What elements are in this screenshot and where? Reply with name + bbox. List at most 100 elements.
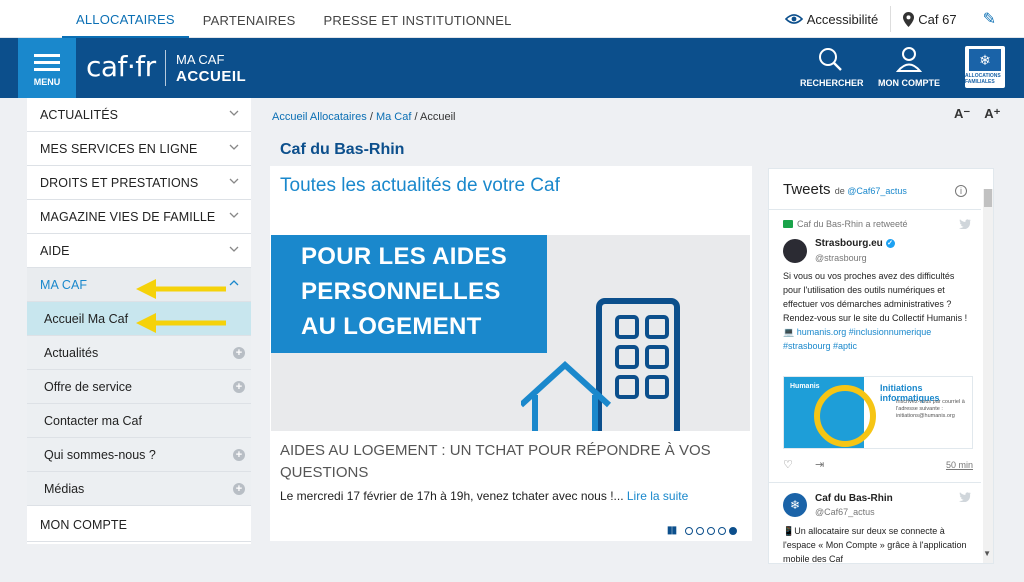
- account-button[interactable]: MON COMPTE: [876, 46, 942, 88]
- tweet-text: 📱Un allocataire sur deux se connecte à l…: [783, 526, 967, 564]
- sidebar-item-droits[interactable]: DROITS ET PRESTATIONS: [27, 166, 251, 200]
- main-header: MENU caf·fr MA CAF ACCUEIL RECHERCHER MO…: [0, 38, 1024, 98]
- logo-caption: ALLOCATIONS FAMILIALES: [965, 73, 1001, 85]
- carousel-dot-active[interactable]: [729, 526, 738, 535]
- retweet-indicator: Caf du Bas-Rhin a retweeté: [783, 219, 908, 229]
- accessibility-label: Accessibilité: [806, 11, 879, 27]
- news-heading: Toutes les actualités de votre Caf: [280, 175, 560, 196]
- chevron-down-icon: [229, 246, 239, 252]
- twitter-bird-icon[interactable]: [959, 219, 971, 229]
- nav-allocataires[interactable]: ALLOCATAIRES: [62, 0, 189, 38]
- allocations-familiales-logo: ❄ ALLOCATIONS FAMILIALES: [965, 46, 1005, 88]
- divider: [769, 482, 981, 483]
- sidebar-sub-medias[interactable]: Médias +: [27, 472, 251, 506]
- sidebar-sub-actualites[interactable]: Actualités +: [27, 336, 251, 370]
- housing-illustration-icon: [521, 298, 680, 431]
- sidebar-sub-contacter[interactable]: Contacter ma Caf: [27, 404, 251, 438]
- edit-pencil-icon[interactable]: ✎: [983, 9, 996, 29]
- avatar[interactable]: ❄: [783, 493, 807, 517]
- breadcrumb-link[interactable]: Accueil Allocataires: [272, 111, 367, 123]
- share-icon[interactable]: ⇥: [815, 458, 824, 471]
- carousel-dot[interactable]: [685, 526, 694, 535]
- sidebar-sub-label: Offre de service: [44, 379, 133, 394]
- tweet-links[interactable]: 💻 humanis.org #inclusionnumerique #stras…: [783, 327, 931, 351]
- avatar[interactable]: [783, 239, 807, 263]
- heart-icon[interactable]: ♡: [783, 458, 793, 471]
- nav-partenaires[interactable]: PARTENAIRES: [189, 0, 310, 38]
- humanis-logo: Humanis: [790, 383, 820, 390]
- carousel-dot[interactable]: [718, 526, 727, 535]
- tweet-author-name: Strasbourg.eu: [815, 238, 883, 249]
- divider: [769, 209, 981, 210]
- page-title: Caf du Bas-Rhin: [280, 141, 405, 158]
- carousel-controls: ▮▮: [667, 525, 738, 536]
- retweet-label: Caf du Bas-Rhin a retweeté: [797, 219, 908, 229]
- carousel-dot[interactable]: [707, 526, 716, 535]
- font-increase-button[interactable]: A⁺: [984, 106, 1000, 122]
- chevron-down-icon: [229, 178, 239, 184]
- sidebar-item-label: AIDE: [40, 243, 70, 258]
- sidebar-sub-offre[interactable]: Offre de service +: [27, 370, 251, 404]
- tweet-handle[interactable]: @Caf67_actus: [815, 507, 875, 517]
- account-label: MON COMPTE: [878, 78, 940, 88]
- hero-line: POUR LES AIDES: [301, 243, 508, 270]
- breadcrumb-sep: /: [369, 111, 373, 123]
- twitter-bird-icon[interactable]: [959, 492, 971, 502]
- tweet-author[interactable]: Strasbourg.eu ✓: [815, 238, 895, 249]
- search-button[interactable]: RECHERCHER: [800, 46, 864, 88]
- read-more-link[interactable]: Lire la suite: [627, 489, 688, 503]
- sidebar-sub-label: Accueil Ma Caf: [44, 311, 129, 326]
- tweet-time[interactable]: 50 min: [946, 460, 973, 470]
- sidebar-item-label: MES SERVICES EN LIGNE: [40, 141, 198, 156]
- breadcrumb: Accueil Allocataires / Ma Caf / Accueil: [272, 111, 455, 123]
- plus-icon[interactable]: +: [233, 347, 245, 359]
- scrollbar-thumb[interactable]: [984, 189, 992, 207]
- sidebar-sub-label: Qui sommes-nous ?: [44, 447, 156, 462]
- menu-button[interactable]: MENU: [18, 38, 76, 98]
- news-text: Le mercredi 17 février de 17h à 19h, ven…: [280, 489, 624, 503]
- breadcrumb-sep: /: [414, 111, 418, 123]
- twitter-account-link[interactable]: @Caf67_actus: [847, 186, 907, 196]
- tweet-author-name[interactable]: Caf du Bas-Rhin: [815, 493, 893, 504]
- annotation-arrow-icon: [136, 279, 226, 299]
- accessibility-icon: [784, 14, 803, 24]
- sidebar-item-label: MA CAF: [40, 277, 88, 292]
- tweet-image[interactable]: Humanis Initiations informatiques Inscri…: [783, 376, 973, 449]
- sidebar-sub-qui[interactable]: Qui sommes-nous ? +: [27, 438, 251, 472]
- caf-logo[interactable]: caf·fr: [86, 50, 156, 83]
- search-label: RECHERCHER: [800, 78, 864, 88]
- news-title[interactable]: AIDES AU LOGEMENT : UN TCHAT POUR RÉPOND…: [280, 440, 730, 484]
- scroll-down-icon[interactable]: ▼: [983, 549, 991, 558]
- font-size-controls: A⁻ A⁺: [954, 106, 1001, 122]
- chevron-down-icon: [229, 212, 239, 218]
- sidebar-item-aide[interactable]: AIDE: [27, 234, 251, 268]
- audience-nav: ALLOCATAIRES PARTENAIRES PRESSE ET INSTI…: [62, 0, 526, 38]
- sidebar-item-actualites[interactable]: ACTUALITÉS: [27, 98, 251, 132]
- caf-location-link[interactable]: Caf 67: [890, 6, 968, 32]
- nav-presse[interactable]: PRESSE ET INSTITUTIONNEL: [309, 0, 525, 38]
- tweet-handle[interactable]: @strasbourg: [815, 253, 867, 263]
- sidebar-sub-label: Actualités: [44, 345, 99, 360]
- carousel-dot[interactable]: [696, 526, 705, 535]
- breadcrumb-link[interactable]: Ma Caf: [376, 111, 411, 123]
- top-bar: ALLOCATAIRES PARTENAIRES PRESSE ET INSTI…: [0, 0, 1024, 38]
- sidebar-item-label: MAGAZINE VIES DE FAMILLE: [40, 209, 216, 224]
- sidebar-item-label: ACTUALITÉS: [40, 107, 119, 122]
- caf-location-label: Caf 67: [918, 11, 957, 27]
- annotation-arrow-icon: [136, 313, 226, 333]
- font-decrease-button[interactable]: A⁻: [954, 106, 970, 122]
- news-card: Toutes les actualités de votre Caf POUR …: [270, 166, 752, 541]
- plus-icon[interactable]: +: [233, 483, 245, 495]
- plus-icon[interactable]: +: [233, 381, 245, 393]
- sidebar-item-mon-compte[interactable]: MON COMPTE: [27, 508, 251, 542]
- info-icon[interactable]: i: [955, 185, 967, 197]
- pause-icon[interactable]: ▮▮: [667, 525, 677, 536]
- news-hero-image[interactable]: POUR LES AIDES PERSONNELLES AU LOGEMENT: [271, 235, 750, 431]
- twitter-title: Tweets: [783, 181, 831, 198]
- plus-icon[interactable]: +: [233, 449, 245, 461]
- sidebar-item-services[interactable]: MES SERVICES EN LIGNE: [27, 132, 251, 166]
- sidebar-item-magazine[interactable]: MAGAZINE VIES DE FAMILLE: [27, 200, 251, 234]
- twitter-scrollbar[interactable]: [983, 189, 993, 563]
- chevron-up-icon: [229, 280, 239, 286]
- accessibility-link[interactable]: Accessibilité: [773, 6, 891, 32]
